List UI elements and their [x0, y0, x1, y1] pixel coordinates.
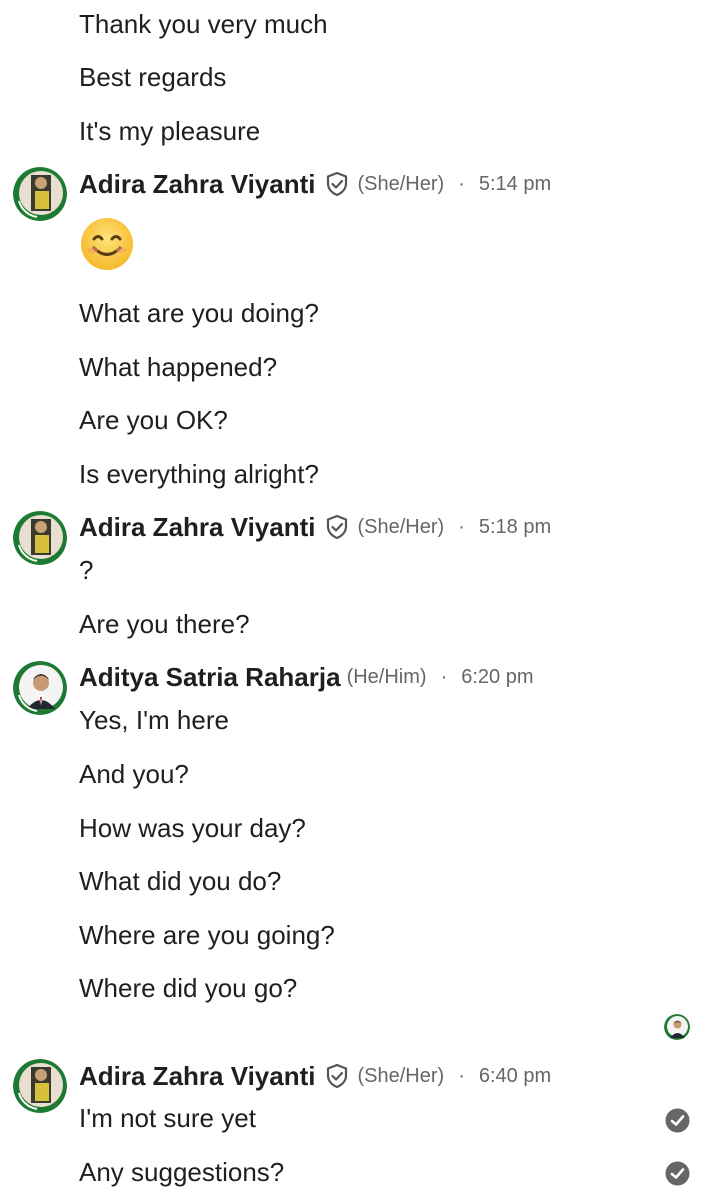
message-header: Aditya Satria Raharja (He/Him) · 6:20 pm — [79, 661, 534, 693]
timestamp: 6:20 pm — [461, 665, 534, 688]
sender-avatar[interactable] — [13, 1059, 67, 1113]
message-header: Adira Zahra Viyanti (She/Her) · 5:14 pm — [79, 168, 551, 200]
sender-name[interactable]: Adira Zahra Viyanti — [79, 1061, 316, 1092]
pronouns: (She/Her) — [357, 172, 445, 195]
sender-avatar[interactable] — [13, 167, 67, 221]
message-text: And you? — [79, 759, 189, 789]
sender-name[interactable]: Adira Zahra Viyanti — [79, 169, 316, 200]
pronouns: (She/Her) — [357, 1064, 445, 1087]
shield-check-icon[interactable] — [324, 171, 350, 197]
shield-check-icon[interactable] — [324, 1063, 350, 1089]
message-text: What are you doing? — [79, 298, 319, 328]
timestamp: 6:40 pm — [478, 1064, 552, 1087]
seen-by-avatar — [664, 1014, 690, 1040]
message-text: Yes, I'm here — [79, 705, 229, 735]
message-text: Are you there? — [79, 609, 250, 639]
separator-dot: · — [458, 1064, 465, 1087]
message-text: It's my pleasure — [79, 116, 261, 146]
message-text: I'm not sure yet — [79, 1103, 256, 1133]
timestamp: 5:18 pm — [478, 515, 552, 538]
sender-avatar[interactable] — [13, 661, 67, 715]
separator-dot: · — [458, 515, 465, 538]
message-header: Adira Zahra Viyanti (She/Her) · 5:18 pm — [79, 511, 551, 543]
message-text: What happened? — [79, 352, 278, 382]
pronouns: (He/Him) — [346, 665, 427, 688]
message-text: Are you OK? — [79, 405, 228, 435]
sender-name[interactable]: Adira Zahra Viyanti — [79, 512, 316, 543]
message-text: Is everything alright? — [79, 459, 319, 489]
message-text: Best regards — [79, 62, 227, 92]
sender-name[interactable]: Aditya Satria Raharja — [79, 662, 341, 693]
message-text: ? — [79, 555, 94, 585]
separator-dot: · — [440, 665, 448, 688]
message-text: Thank you very much — [79, 9, 328, 39]
separator-dot: · — [458, 172, 465, 195]
check-circle-icon — [665, 1108, 690, 1133]
smiling-face-emoji — [80, 217, 134, 271]
message-header: Adira Zahra Viyanti (She/Her) · 6:40 pm — [79, 1060, 551, 1092]
message-text: How was your day? — [79, 813, 306, 843]
timestamp: 5:14 pm — [478, 172, 552, 195]
message-text: Where are you going? — [79, 920, 335, 950]
pronouns: (She/Her) — [357, 515, 445, 538]
shield-check-icon[interactable] — [324, 514, 350, 540]
message-text: Any suggestions? — [79, 1157, 285, 1187]
sender-avatar[interactable] — [13, 511, 67, 565]
message-text: Where did you go? — [79, 973, 298, 1003]
message-text: What did you do? — [79, 866, 282, 896]
check-circle-icon — [665, 1161, 690, 1186]
